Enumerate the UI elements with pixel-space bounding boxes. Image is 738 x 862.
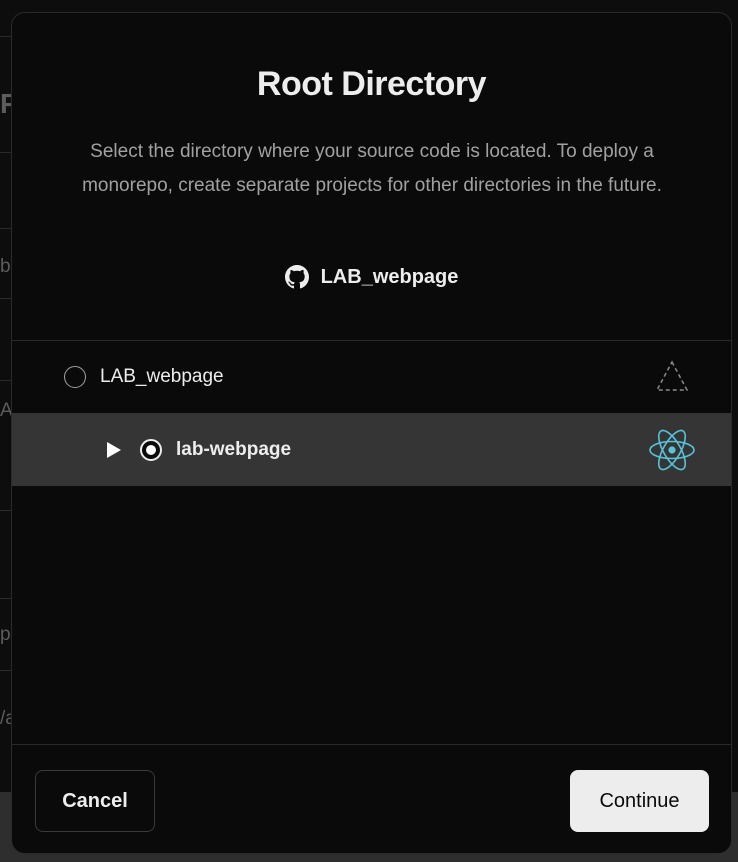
github-icon xyxy=(284,265,309,289)
radio-button-selected[interactable] xyxy=(140,438,162,461)
cancel-button[interactable]: Cancel xyxy=(35,770,155,832)
radio-button[interactable] xyxy=(64,366,86,388)
dialog-title: Root Directory xyxy=(256,65,487,103)
directory-row-root[interactable]: LAB_webpage xyxy=(12,341,731,413)
continue-button[interactable]: Continue xyxy=(570,770,709,832)
directory-label: lab-webpage xyxy=(176,438,292,460)
directory-label: LAB_webpage xyxy=(100,366,224,387)
root-directory-dialog: Root Directory Select the directory wher… xyxy=(11,12,732,854)
radio-dot xyxy=(146,444,156,455)
directory-row-selected[interactable]: lab-webpage xyxy=(12,413,731,486)
dialog-footer: Cancel Continue xyxy=(12,745,731,853)
play-triangle-icon[interactable] xyxy=(106,441,122,459)
dialog-description: Select the directory where your source c… xyxy=(82,141,662,196)
other-framework-triangle-icon xyxy=(655,360,689,391)
repository-name: LAB_webpage xyxy=(320,265,459,288)
react-icon xyxy=(649,429,695,471)
repository-indicator: LAB_webpage xyxy=(12,265,731,289)
